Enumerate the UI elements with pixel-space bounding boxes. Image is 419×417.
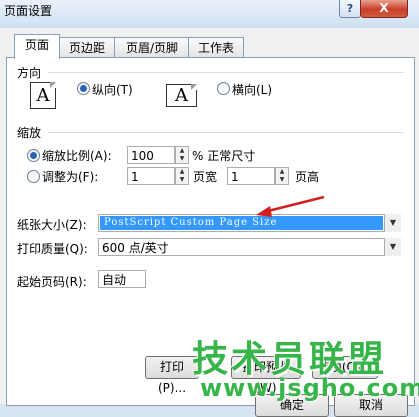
fit-pages-wide-input[interactable]: 1 <box>127 167 175 185</box>
tab-header-footer[interactable]: 页眉/页脚 <box>114 37 190 58</box>
spin-down-icon[interactable]: ▼ <box>176 176 188 184</box>
first-page-number-label: 起始页码(R): <box>17 275 87 289</box>
spin-down-icon[interactable]: ▼ <box>276 176 288 184</box>
print-quality-value: 600 点/英寸 <box>102 241 169 255</box>
watermark-url: www.jsgho.com <box>200 374 419 402</box>
tab-page[interactable]: 页面 <box>14 34 60 59</box>
paper-size-selected-value: PostScript Custom Page Size <box>100 216 383 230</box>
scale-percent-spinner[interactable]: ▲ ▼ <box>175 146 189 164</box>
orientation-divider <box>48 72 404 73</box>
spin-up-icon[interactable]: ▲ <box>176 147 188 155</box>
window-title: 页面设置 <box>4 4 53 18</box>
scaling-divider <box>48 132 404 133</box>
tab-margins[interactable]: 页边距 <box>58 37 116 58</box>
landscape-page-icon: A <box>166 84 197 107</box>
scale-percent-input[interactable]: 100 <box>127 146 175 164</box>
first-page-number-input[interactable]: 自动 <box>98 270 146 288</box>
fit-to-radio[interactable] <box>27 170 40 183</box>
fit-pages-wide-suffix: 页宽 <box>193 170 218 184</box>
fit-pages-tall-spinner[interactable]: ▲ ▼ <box>275 167 289 185</box>
title-bar: 页面设置 ? X <box>0 0 419 28</box>
adjust-to-radio[interactable] <box>27 149 40 162</box>
help-button[interactable]: ? <box>339 0 361 18</box>
spin-down-icon[interactable]: ▼ <box>176 155 188 163</box>
portrait-radio[interactable] <box>77 82 90 95</box>
fit-pages-tall-input[interactable]: 1 <box>227 167 275 185</box>
fit-to-label[interactable]: 调整为(F): <box>42 168 98 185</box>
print-quality-dropdown[interactable]: 600 点/英寸 ▼ <box>98 238 401 256</box>
fit-pages-tall-suffix: 页高 <box>295 170 320 184</box>
fit-pages-wide-spinner[interactable]: ▲ ▼ <box>175 167 189 185</box>
landscape-label[interactable]: 横向(L) <box>232 81 272 98</box>
spin-up-icon[interactable]: ▲ <box>276 168 288 176</box>
chevron-down-icon[interactable]: ▼ <box>384 238 401 256</box>
adjust-to-label[interactable]: 缩放比例(A): <box>42 147 112 164</box>
orientation-group-label: 方向 <box>17 66 42 80</box>
paper-size-label: 纸张大小(Z): <box>17 218 87 232</box>
arrow-head <box>256 206 272 217</box>
portrait-label[interactable]: 纵向(T) <box>92 81 133 98</box>
scaling-group-label: 缩放 <box>17 126 42 140</box>
chevron-down-icon[interactable]: ▼ <box>384 214 401 232</box>
landscape-radio[interactable] <box>217 82 230 95</box>
print-button[interactable]: 打印(P)... <box>145 356 199 395</box>
scale-percent-suffix: % 正常尺寸 <box>192 149 256 163</box>
portrait-page-icon: A <box>30 82 56 109</box>
print-quality-label: 打印质量(Q): <box>17 242 88 256</box>
red-arrow-annotation <box>256 195 325 217</box>
close-button[interactable]: X <box>360 0 408 18</box>
spin-up-icon[interactable]: ▲ <box>176 168 188 176</box>
tab-sheet[interactable]: 工作表 <box>188 37 244 58</box>
arrow-shaft <box>263 195 325 214</box>
